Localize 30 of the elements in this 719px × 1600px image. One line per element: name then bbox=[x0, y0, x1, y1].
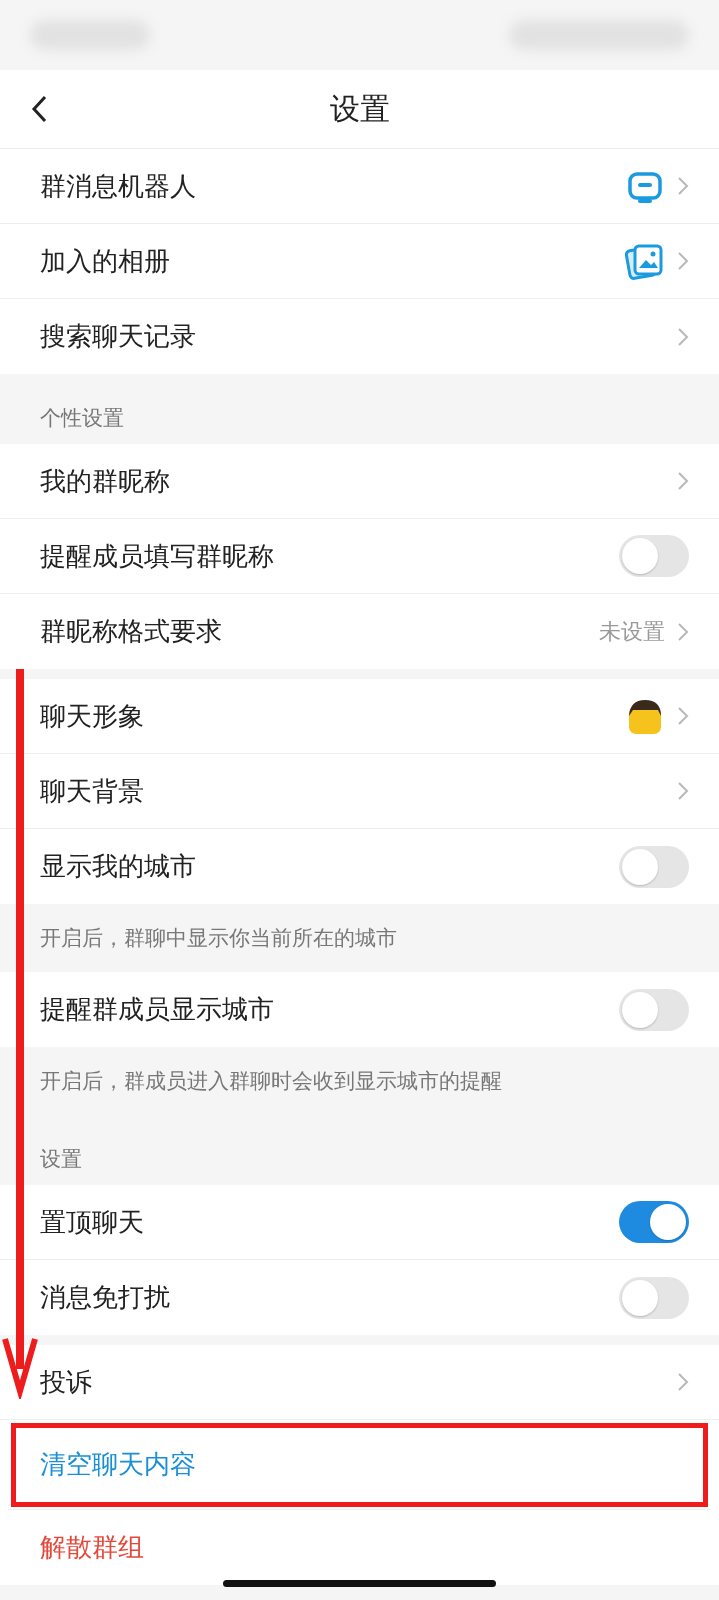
page-title: 设置 bbox=[329, 89, 390, 128]
toggle-switch[interactable] bbox=[619, 1276, 689, 1319]
value-text: 未设置 bbox=[599, 617, 665, 646]
chevron-icon bbox=[677, 706, 689, 726]
settings-row[interactable]: 搜索聊天记录 bbox=[0, 299, 719, 374]
settings-row[interactable]: 提醒成员填写群昵称 bbox=[0, 519, 719, 594]
settings-row[interactable]: 清空聊天内容 bbox=[8, 1420, 711, 1510]
chevron-icon bbox=[677, 471, 689, 491]
settings-row[interactable]: 解散群组 bbox=[0, 1510, 719, 1585]
hint-text: 开启后，群聊中显示你当前所在的城市 bbox=[40, 925, 397, 952]
chevron-icon bbox=[677, 781, 689, 801]
section-heading: 个性设置 bbox=[40, 405, 124, 432]
settings-row[interactable]: 提醒群成员显示城市 bbox=[0, 972, 719, 1047]
chevron-icon bbox=[677, 1372, 689, 1392]
chevron-icon bbox=[677, 326, 689, 347]
hint-text: 开启后，群成员进入群聊时会收到显示城市的提醒 bbox=[40, 1068, 502, 1095]
settings-row[interactable]: 消息免打扰 bbox=[0, 1260, 719, 1335]
settings-row[interactable]: 群消息机器人 bbox=[0, 149, 719, 224]
chevron-icon bbox=[677, 621, 689, 642]
settings-row[interactable]: 群昵称格式要求 未设置 bbox=[0, 594, 719, 669]
chevron-icon bbox=[677, 251, 689, 271]
toggle-switch[interactable] bbox=[619, 535, 689, 577]
settings-row[interactable]: 显示我的城市 bbox=[0, 829, 719, 904]
settings-row[interactable]: 我的群昵称 bbox=[0, 444, 719, 519]
toggle-switch[interactable] bbox=[619, 845, 689, 888]
settings-row[interactable]: 加入的相册 bbox=[0, 224, 719, 299]
toggle-switch[interactable] bbox=[619, 988, 689, 1031]
section-heading: 设置 bbox=[40, 1146, 82, 1173]
toggle-switch[interactable] bbox=[619, 1201, 689, 1243]
chevron-icon bbox=[677, 176, 689, 196]
